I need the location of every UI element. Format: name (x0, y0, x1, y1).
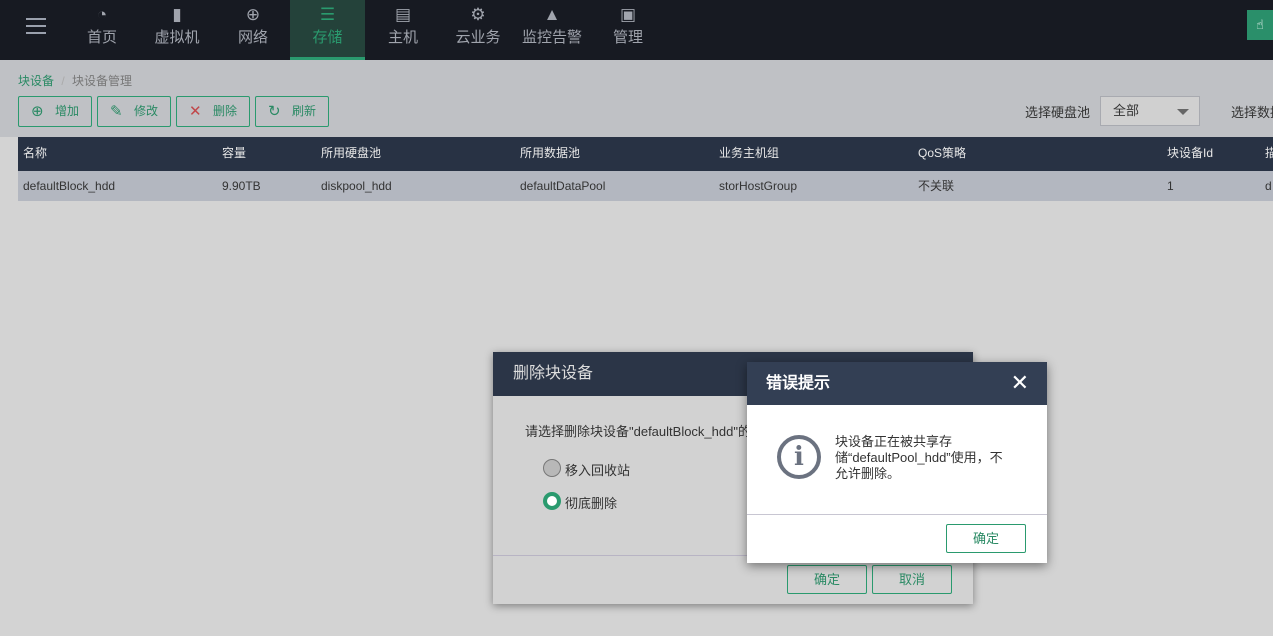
col-host-group[interactable]: 业务主机组 (719, 137, 779, 169)
nav-label: 云业务 (455, 29, 501, 46)
breadcrumb: 块设备 / 块设备管理 (18, 72, 132, 89)
confirm-button[interactable]: 确定 (787, 565, 867, 594)
nav-label: 存储 (312, 29, 343, 46)
dialog-message: 请选择删除块设备"defaultBlock_hdd"的 (525, 424, 751, 439)
nav-label: 管理 (612, 29, 643, 46)
refresh-icon: ↻ (268, 103, 281, 120)
table-header: 名称 容量 所用硬盘池 所用数据池 业务主机组 QoS策略 块设备Id 描述 (18, 137, 1273, 171)
nav-monitor[interactable]: ▲ 监控告警 (516, 0, 588, 60)
nav-label: 虚拟机 (154, 29, 200, 46)
col-disk-pool[interactable]: 所用硬盘池 (321, 137, 381, 169)
nav-cloud[interactable]: ⚙ 云业务 (440, 0, 516, 60)
divider (747, 514, 1047, 515)
cancel-button[interactable]: 取消 (872, 565, 952, 594)
info-icon: i (777, 435, 821, 479)
error-title: 错误提示 (766, 375, 831, 392)
breadcrumb-current: 块设备管理 (72, 74, 133, 88)
col-qos[interactable]: QoS策略 (918, 137, 966, 169)
error-ok-button[interactable]: 确定 (946, 524, 1026, 553)
close-icon[interactable]: ✕ (1011, 371, 1029, 395)
nav-vm[interactable]: ▮ 虚拟机 (140, 0, 214, 60)
disk-pool-value: 全部 (1113, 103, 1140, 118)
pencil-icon: ✎ (110, 103, 123, 120)
cell-capacity: 9.90TB (222, 179, 261, 193)
edit-button[interactable]: ✎ 修改 (97, 96, 171, 127)
cell-id: 1 (1167, 179, 1174, 193)
top-nav: ◔ 首页 ▮ 虚拟机 ⊕ 网络 ☰ 存储 ▤ 主机 ⚙ 云业务 ▲ 监控告警 ▣ 管理 ☝ (0, 0, 1273, 60)
cell-desc: d (1265, 179, 1272, 193)
bell-icon: ▲ (543, 5, 561, 24)
cell-disk-pool: diskpool_hdd (321, 179, 392, 193)
col-name[interactable]: 名称 (23, 137, 47, 169)
cell-host-group: storHostGroup (719, 179, 798, 193)
database-icon: ☰ (319, 5, 336, 24)
server-icon: ▤ (394, 5, 412, 24)
vm-icon: ▮ (172, 5, 182, 24)
col-data-pool[interactable]: 所用数据池 (520, 137, 580, 169)
breadcrumb-root[interactable]: 块设备 (18, 74, 54, 88)
add-label: 增加 (55, 104, 80, 118)
disk-pool-select[interactable]: 全部 (1100, 96, 1200, 126)
globe-icon: ⊕ (245, 5, 261, 24)
nav-manage[interactable]: ▣ 管理 (598, 0, 658, 60)
col-capacity[interactable]: 容量 (222, 137, 246, 169)
error-dialog: 错误提示 ✕ i 块设备正在被共享存储“defaultPool_hdd”使用，不允… (747, 362, 1047, 563)
menu-icon[interactable] (26, 18, 46, 34)
nav-label: 网络 (237, 29, 268, 46)
breadcrumb-sep: / (61, 74, 65, 88)
data-pool-label: 选择数据池 (1231, 105, 1273, 120)
nav-network[interactable]: ⊕ 网络 (222, 0, 284, 60)
table-row[interactable]: defaultBlock_hdd 9.90TB diskpool_hdd def… (18, 171, 1273, 201)
edit-label: 修改 (134, 104, 159, 118)
refresh-label: 刷新 (292, 104, 317, 118)
nav-label: 主机 (387, 29, 418, 46)
dashboard-icon: ◔ (96, 5, 108, 24)
cell-data-pool: defaultDataPool (520, 179, 606, 193)
monitor-icon: ▣ (619, 5, 637, 24)
add-button[interactable]: ⊕ 增加 (18, 96, 92, 127)
recycle-radio[interactable] (543, 459, 561, 477)
disk-pool-label: 选择硬盘池 (1025, 105, 1091, 120)
toolbar-area: 块设备 / 块设备管理 ⊕ 增加 ✎ 修改 ✕ 删除 ↻ 刷新 选择硬盘池 全部 选择数… (0, 60, 1273, 137)
refresh-button[interactable]: ↻ 刷新 (255, 96, 329, 127)
nav-label: 首页 (86, 29, 117, 46)
col-desc[interactable]: 描述 (1265, 137, 1273, 169)
delete-label: 删除 (213, 104, 238, 118)
recycle-label: 移入回收站 (565, 463, 631, 478)
nav-home[interactable]: ◔ 首页 (70, 0, 134, 60)
gear-icon: ⚙ (470, 5, 486, 24)
cell-name: defaultBlock_hdd (23, 179, 116, 193)
permanent-delete-radio[interactable] (543, 492, 561, 510)
cell-qos: 不关联 (918, 179, 955, 193)
plus-circle-icon: ⊕ (31, 103, 44, 120)
error-dialog-header: 错误提示 ✕ (747, 362, 1047, 405)
col-id[interactable]: 块设备Id (1167, 137, 1213, 169)
error-message: 块设备正在被共享存储“defaultPool_hdd”使用，不允许删除。 (835, 434, 1003, 481)
permanent-delete-label: 彻底删除 (565, 496, 618, 511)
x-icon: ✕ (189, 103, 202, 120)
nav-storage[interactable]: ☰ 存储 (290, 0, 365, 60)
nav-host[interactable]: ▤ 主机 (372, 0, 434, 60)
nav-label: 监控告警 (521, 29, 582, 46)
hand-pointer-button[interactable]: ☝ (1247, 10, 1273, 40)
delete-button[interactable]: ✕ 删除 (176, 96, 250, 127)
